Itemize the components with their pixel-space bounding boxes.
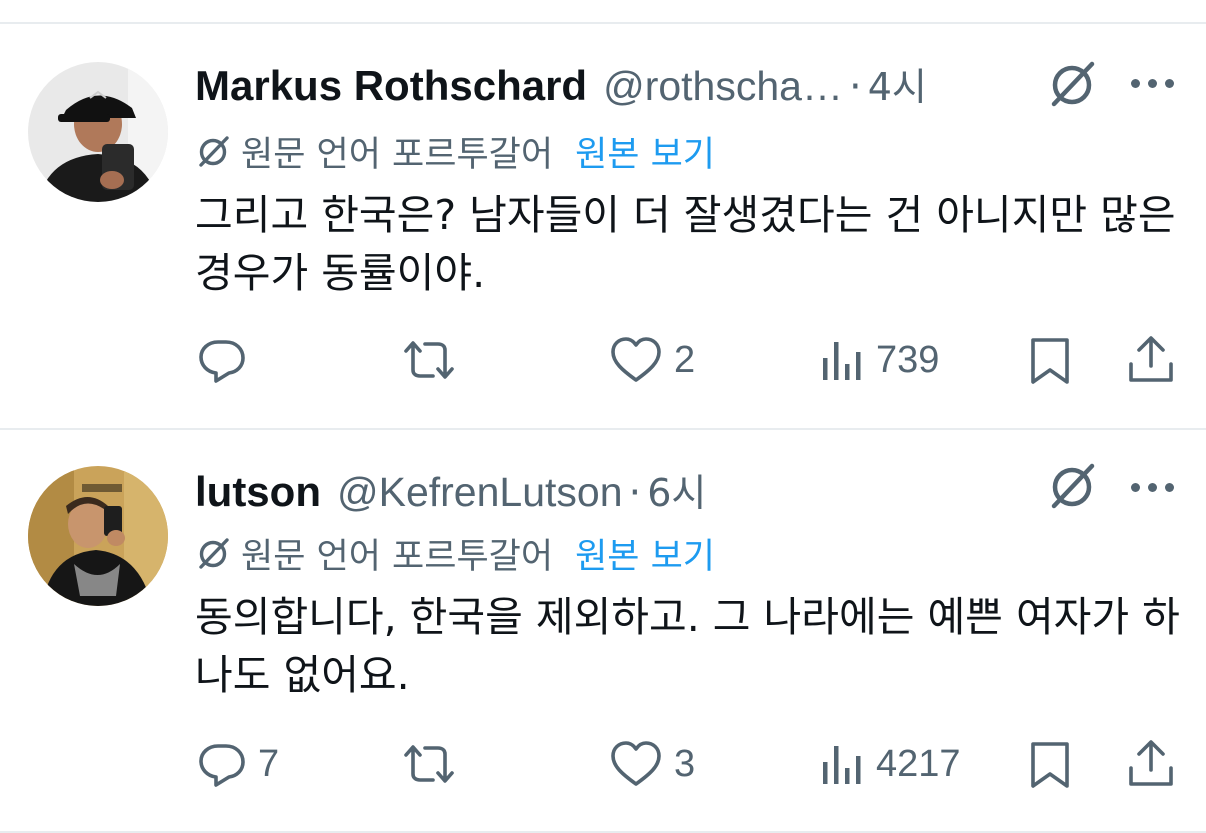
view-count: 4217 bbox=[876, 742, 961, 785]
tweet-header: Markus Rothschard @rothscha… · 4시 bbox=[195, 56, 927, 110]
reply-button[interactable]: 7 bbox=[196, 736, 279, 792]
timestamp[interactable]: 4시 bbox=[868, 56, 927, 111]
translation-bar: 원문 언어 포르투갈어 원본 보기 bbox=[195, 126, 715, 177]
share-button[interactable] bbox=[1126, 332, 1176, 388]
views-button[interactable]: 4217 bbox=[818, 736, 961, 792]
separator-dot: · bbox=[848, 64, 862, 110]
separator-dot: · bbox=[628, 470, 642, 516]
like-count: 2 bbox=[674, 338, 696, 381]
share-button[interactable] bbox=[1126, 736, 1176, 792]
author-handle[interactable]: @KefrenLutson bbox=[337, 469, 623, 516]
more-icon[interactable] bbox=[1131, 76, 1175, 90]
action-bar: 7 3 4217 bbox=[0, 736, 1206, 792]
bookmark-button[interactable] bbox=[1026, 736, 1074, 792]
repost-icon bbox=[404, 745, 454, 783]
view-count: 739 bbox=[876, 338, 940, 381]
translated-from-label: 원문 언어 포르투갈어 bbox=[241, 536, 554, 577]
author-name[interactable]: lutson bbox=[195, 468, 321, 516]
tweet[interactable]: lutson @KefrenLutson · 6시 원문 언어 포르투갈어 원본… bbox=[0, 430, 1206, 833]
reply-count: 7 bbox=[258, 742, 280, 785]
translation-bar: 원문 언어 포르투갈어 원본 보기 bbox=[195, 528, 715, 579]
heart-icon bbox=[611, 741, 661, 786]
translated-from-label: 원문 언어 포르투갈어 bbox=[241, 134, 554, 175]
translate-icon bbox=[199, 538, 229, 569]
reply-icon bbox=[199, 340, 245, 383]
like-count: 3 bbox=[674, 742, 696, 785]
repost-button[interactable] bbox=[400, 332, 468, 388]
tweet[interactable]: Markus Rothschard @rothscha… · 4시 원문 언어 … bbox=[0, 24, 1206, 428]
repost-button[interactable] bbox=[400, 736, 468, 792]
like-button[interactable]: 3 bbox=[608, 736, 695, 792]
reply-button[interactable] bbox=[196, 332, 258, 388]
tweet-header: lutson @KefrenLutson · 6시 bbox=[195, 462, 706, 516]
translate-icon bbox=[199, 136, 229, 167]
show-original-link[interactable]: 원본 보기 bbox=[575, 126, 715, 177]
author-name[interactable]: Markus Rothschard bbox=[195, 62, 587, 110]
bookmark-button[interactable] bbox=[1026, 332, 1074, 388]
author-handle[interactable]: @rothscha… bbox=[603, 63, 843, 110]
share-icon bbox=[1129, 336, 1173, 382]
tweet-text: 그리고 한국은? 남자들이 더 잘생겼다는 건 아니지만 많은 경우가 동률이야… bbox=[195, 191, 1176, 297]
tweet-text: 동의합니다, 한국을 제외하고. 그 나라에는 예쁜 여자가 하나도 없어요. bbox=[195, 593, 1180, 699]
like-button[interactable]: 2 bbox=[608, 332, 695, 388]
views-button[interactable]: 739 bbox=[818, 332, 939, 388]
views-icon bbox=[823, 342, 861, 380]
repost-icon bbox=[404, 341, 454, 379]
heart-icon bbox=[611, 337, 661, 382]
bookmark-icon bbox=[1031, 742, 1069, 788]
avatar[interactable] bbox=[28, 62, 168, 202]
timestamp[interactable]: 6시 bbox=[647, 462, 706, 517]
action-bar: 2 739 bbox=[0, 332, 1206, 388]
avatar[interactable] bbox=[28, 466, 168, 606]
grok-icon[interactable] bbox=[1046, 460, 1098, 512]
show-original-link[interactable]: 원본 보기 bbox=[575, 528, 715, 579]
share-icon bbox=[1129, 740, 1173, 786]
grok-icon[interactable] bbox=[1046, 58, 1098, 110]
reply-icon bbox=[199, 744, 245, 787]
bookmark-icon bbox=[1031, 338, 1069, 384]
more-icon[interactable] bbox=[1131, 480, 1175, 494]
views-icon bbox=[823, 746, 861, 784]
